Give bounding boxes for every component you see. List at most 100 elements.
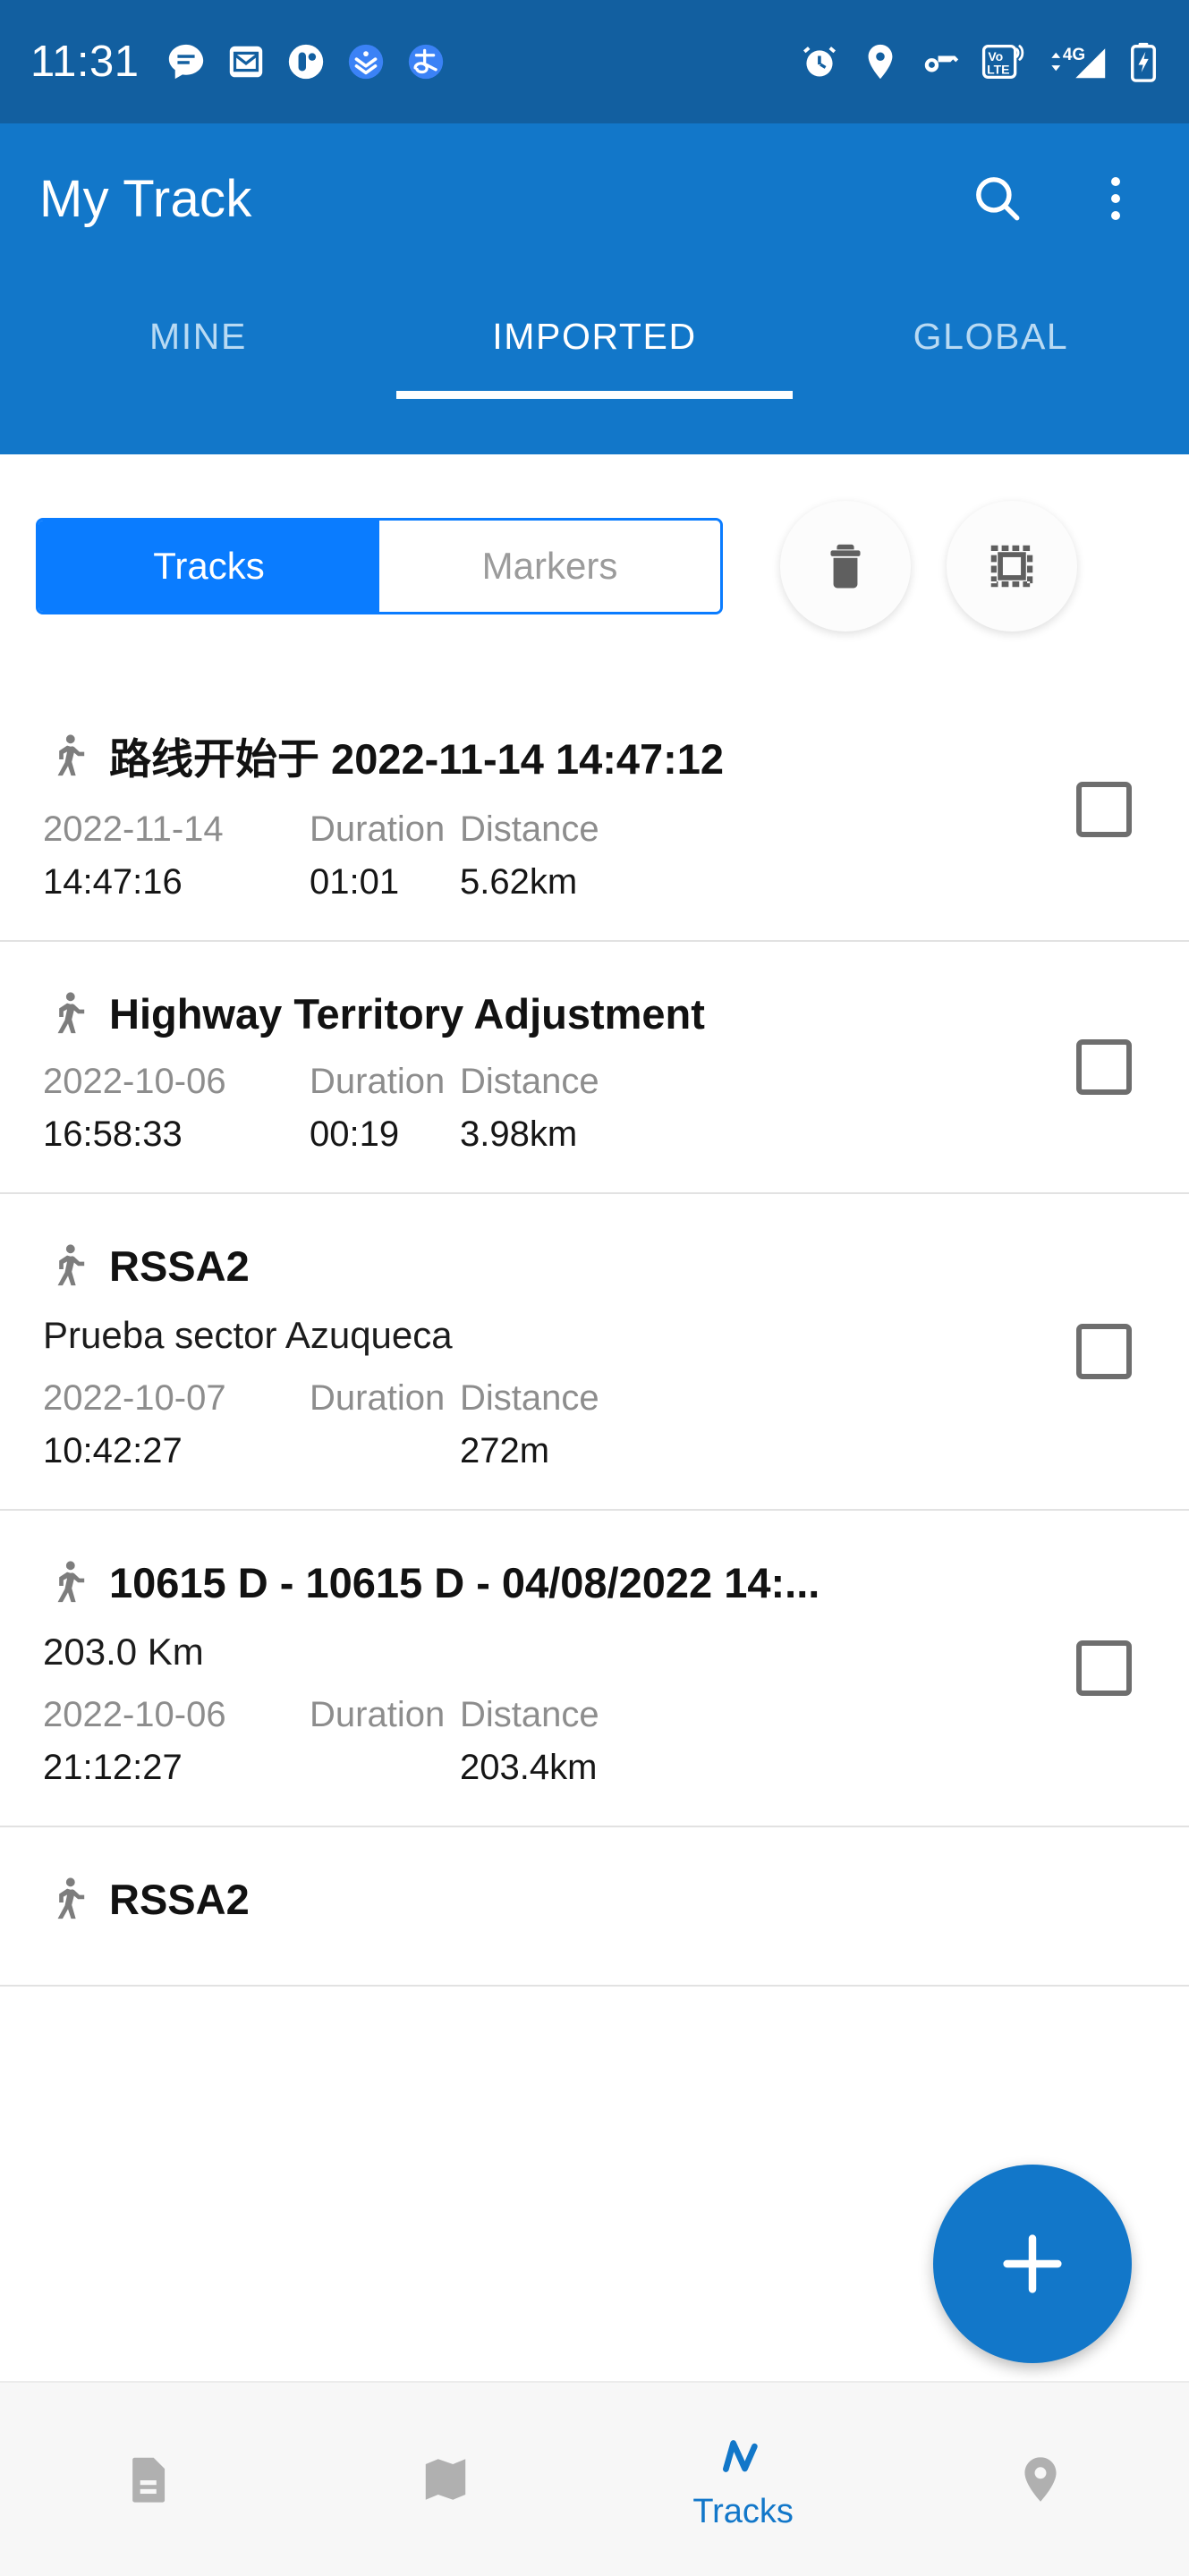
contacts-icon xyxy=(289,44,324,80)
track-list-item[interactable]: Highway Territory Adjustment 2022-10-06 … xyxy=(0,942,1189,1194)
search-button[interactable] xyxy=(964,165,1032,233)
track-meta: 2022-10-06 Duration Distance 21:12:27 20… xyxy=(43,1695,1146,1788)
status-notification-icons xyxy=(166,41,446,82)
walking-person-icon xyxy=(57,1877,85,1919)
battery-charging-icon xyxy=(1131,42,1156,82)
tab-imported[interactable]: IMPORTED xyxy=(396,274,793,399)
duration-value: 01:01 xyxy=(310,862,400,902)
track-select-checkbox[interactable] xyxy=(1076,1324,1132,1379)
duration-value xyxy=(310,1748,460,1788)
duration-label: Duration xyxy=(310,1695,446,1734)
track-title: 10615 D - 10615 D - 04/08/2022 14:... xyxy=(109,1558,820,1606)
distance-label: Distance xyxy=(460,1695,599,1734)
track-title: RSSA2 xyxy=(109,1241,250,1290)
vpn-key-icon xyxy=(924,55,959,72)
duration-label: Duration xyxy=(310,1062,446,1101)
download-manager-icon xyxy=(349,44,384,80)
track-list[interactable]: 路线开始于 2022-11-14 14:47:12 2022-11-14 Dur… xyxy=(0,678,1189,2351)
volte-icon: VoLTE xyxy=(981,44,1024,80)
delete-button[interactable] xyxy=(780,501,911,631)
document-icon xyxy=(132,2457,166,2503)
status-bar: 11:31 Vo LTE 4G xyxy=(0,0,1189,123)
nav-item-documents[interactable] xyxy=(0,2383,297,2576)
svg-text:Vo: Vo xyxy=(988,49,1003,64)
tab-bar: MINE IMPORTED GLOBAL xyxy=(0,274,1189,399)
alarm-icon xyxy=(803,47,837,77)
walking-person-icon xyxy=(57,1561,85,1603)
tab-global[interactable]: GLOBAL xyxy=(793,274,1189,399)
distance-value: 3.98km xyxy=(460,1114,578,1154)
duration-label: Duration xyxy=(310,1378,446,1418)
track-date: 2022-10-06 xyxy=(43,1695,226,1734)
track-date: 2022-11-14 xyxy=(43,809,224,849)
svg-text:4G: 4G xyxy=(1063,46,1085,64)
track-list-item[interactable]: 路线开始于 2022-11-14 14:47:12 2022-11-14 Dur… xyxy=(0,678,1189,942)
nav-item-map[interactable] xyxy=(297,2383,594,2576)
location-pin-icon xyxy=(1024,2457,1057,2502)
tab-mine[interactable]: MINE xyxy=(0,274,396,399)
more-vertical-icon xyxy=(1111,177,1120,220)
distance-label: Distance xyxy=(460,809,599,849)
select-all-button[interactable] xyxy=(947,501,1077,631)
track-meta: 2022-10-06 Duration Distance 16:58:33 00… xyxy=(43,1062,1146,1155)
duration-label: Duration xyxy=(310,809,446,849)
track-time: 10:42:27 xyxy=(43,1431,183,1470)
segment-markers[interactable]: Markers xyxy=(379,521,720,612)
track-description: Prueba sector Azuqueca xyxy=(43,1314,453,1356)
search-icon xyxy=(976,177,1020,221)
track-header: RSSA2 xyxy=(43,1241,1146,1291)
track-time: 16:58:33 xyxy=(43,1114,183,1154)
track-select-checkbox[interactable] xyxy=(1076,1640,1132,1696)
overflow-menu-button[interactable] xyxy=(1082,165,1150,233)
distance-value: 272m xyxy=(460,1431,550,1470)
map-icon xyxy=(426,2459,466,2500)
track-select-checkbox[interactable] xyxy=(1076,1039,1132,1095)
tracks-icon xyxy=(722,2439,758,2472)
email-icon xyxy=(230,46,263,78)
alipay-icon xyxy=(409,44,444,80)
track-list-item[interactable]: RSSA2 Prueba sector Azuqueca 2022-10-07 … xyxy=(0,1194,1189,1511)
nav-item-tracks[interactable]: Tracks xyxy=(595,2383,892,2576)
status-system-icons: Vo LTE 4G xyxy=(799,41,1159,82)
track-header: 10615 D - 10615 D - 04/08/2022 14:... xyxy=(43,1557,1146,1607)
nav-item-tracks-label: Tracks xyxy=(692,2492,794,2530)
tab-active-indicator xyxy=(396,391,793,399)
bottom-navigation: Tracks xyxy=(0,2381,1189,2576)
track-title: RSSA2 xyxy=(109,1875,250,1923)
distance-value: 5.62km xyxy=(460,862,578,902)
track-select-checkbox[interactable] xyxy=(1076,781,1132,837)
signal-4g-icon: 4G xyxy=(1051,46,1106,79)
distance-label: Distance xyxy=(460,1378,599,1418)
walking-person-icon xyxy=(57,992,85,1034)
select-all-icon xyxy=(990,545,1033,588)
track-meta: 2022-11-14 Duration Distance 14:47:16 01… xyxy=(43,809,1146,902)
track-title: 路线开始于 2022-11-14 14:47:12 xyxy=(109,735,725,783)
track-date: 2022-10-07 xyxy=(43,1378,226,1418)
track-header: 路线开始于 2022-11-14 14:47:12 xyxy=(43,724,1146,786)
nav-item-waypoints[interactable] xyxy=(892,2383,1189,2576)
svg-text:LTE: LTE xyxy=(987,63,1009,77)
filter-control-row: Tracks Markers xyxy=(0,454,1189,678)
track-list-item[interactable]: 10615 D - 10615 D - 04/08/2022 14:... 20… xyxy=(0,1511,1189,1827)
track-header: Highway Territory Adjustment xyxy=(43,988,1146,1038)
walking-person-icon xyxy=(57,1244,85,1286)
app-screen: 11:31 Vo LTE 4G My Track MINE IMPORTED G… xyxy=(0,0,1189,2576)
app-bar: My Track MINE IMPORTED GLOBAL xyxy=(0,123,1189,454)
distance-value: 203.4km xyxy=(460,1748,598,1787)
track-list-item[interactable]: RSSA2 xyxy=(0,1827,1189,1987)
status-clock: 11:31 xyxy=(30,38,140,86)
content-type-segmented-control: Tracks Markers xyxy=(36,518,723,614)
trash-icon xyxy=(830,544,861,589)
app-bar-actions xyxy=(964,165,1150,233)
segment-tracks[interactable]: Tracks xyxy=(38,521,379,612)
location-icon xyxy=(868,44,893,80)
duration-value xyxy=(310,1431,460,1471)
chat-bubble-icon xyxy=(169,44,204,80)
track-time: 14:47:16 xyxy=(43,862,183,902)
track-time: 21:12:27 xyxy=(43,1748,183,1787)
track-title: Highway Territory Adjustment xyxy=(109,989,705,1038)
app-bar-top-row: My Track xyxy=(0,123,1189,274)
duration-value: 00:19 xyxy=(310,1114,400,1154)
add-track-fab[interactable] xyxy=(933,2165,1132,2363)
walking-person-icon xyxy=(57,733,85,775)
